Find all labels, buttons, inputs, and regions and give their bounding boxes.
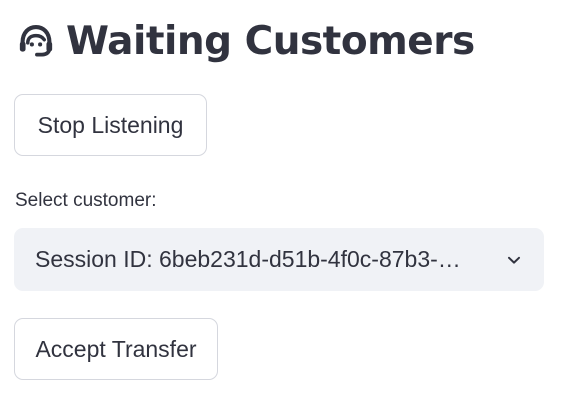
customer-select-value: Session ID: 6beb231d-d51b-4f0c-87b3-… — [35, 246, 461, 272]
page-title: Waiting Customers — [66, 18, 475, 64]
page: Waiting Customers Stop Listening Select … — [0, 0, 572, 418]
customer-select[interactable]: Session ID: 6beb231d-d51b-4f0c-87b3-… — [14, 228, 544, 291]
accept-transfer-button[interactable]: Accept Transfer — [14, 318, 218, 380]
support-agent-icon — [16, 21, 56, 61]
stop-listening-button[interactable]: Stop Listening — [14, 94, 207, 156]
chevron-down-icon[interactable] — [504, 250, 524, 270]
page-header: Waiting Customers — [16, 14, 475, 68]
select-customer-label: Select customer: — [15, 190, 157, 211]
